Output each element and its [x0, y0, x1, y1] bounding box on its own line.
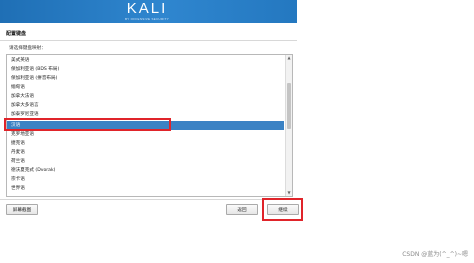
list-item[interactable]: 美式英语: [7, 56, 284, 65]
list-item[interactable]: 荷兰语: [7, 157, 284, 166]
list-scrollbar[interactable]: ▲ ▼: [285, 55, 292, 196]
list-item[interactable]: 捷克语: [7, 139, 284, 148]
title-divider: [0, 40, 297, 41]
list-item[interactable]: 丹麦语: [7, 148, 284, 157]
list-item[interactable]: 缅甸语: [7, 83, 284, 92]
kali-logo: KALI BY OFFENSIVE SECURITY: [124, 0, 170, 22]
list-item[interactable]: 德沃夏克式 (Dvorak): [7, 166, 284, 175]
continue-button-highlight: [262, 198, 303, 221]
list-item[interactable]: 加拿大法语: [7, 92, 284, 101]
kali-logo-tagline: BY OFFENSIVE SECURITY: [124, 17, 170, 21]
list-item[interactable]: 世界语: [7, 184, 284, 193]
kali-logo-text: KALI: [126, 0, 168, 17]
bottom-divider: [0, 199, 297, 200]
page-title: 配置键盘: [6, 31, 27, 37]
list-item[interactable]: 保加利亚语 (拼音布局): [7, 74, 284, 83]
kali-banner: KALI BY OFFENSIVE SECURITY: [0, 0, 297, 23]
keymap-prompt: 请选择键盘映射：: [9, 46, 46, 51]
list-item[interactable]: 保加利亚语 (BDS 布局): [7, 65, 284, 74]
selected-row-highlight: [4, 118, 171, 131]
scroll-thumb[interactable]: [287, 83, 291, 129]
scroll-down-icon[interactable]: ▼: [286, 190, 292, 196]
list-item[interactable]: 加拿大多语言: [7, 101, 284, 110]
list-item[interactable]: 宗卡语: [7, 175, 284, 184]
list-item[interactable]: 克罗地亚语: [7, 130, 284, 139]
screenshot-button[interactable]: 屏幕截图: [6, 204, 38, 215]
back-button[interactable]: 返回: [226, 204, 258, 215]
scroll-up-icon[interactable]: ▲: [286, 55, 292, 61]
csdn-watermark: CSDN @蓝为(^_^)~嗯: [402, 251, 468, 258]
